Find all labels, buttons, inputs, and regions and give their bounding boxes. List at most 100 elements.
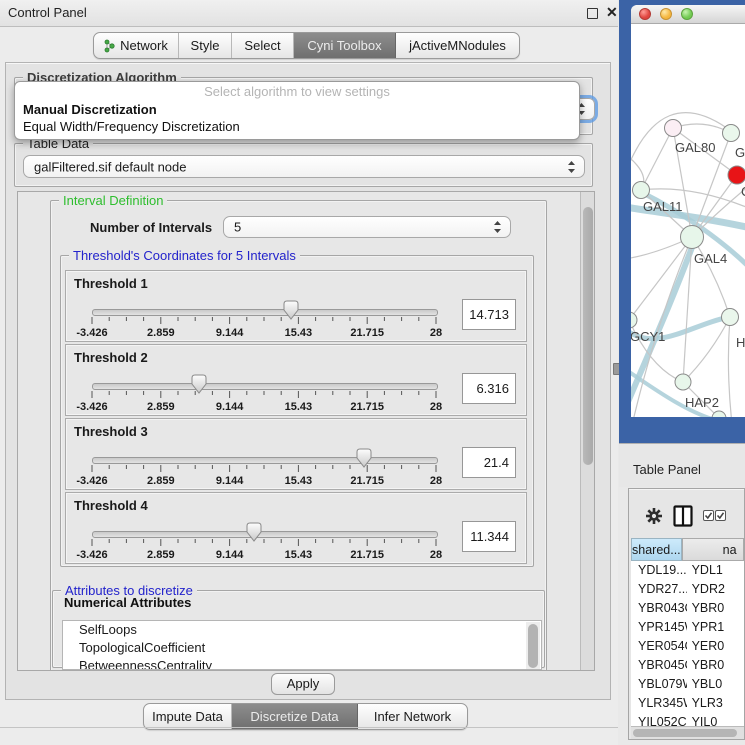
- network-window-titlebar[interactable]: [631, 5, 745, 24]
- tab-label: jActiveMNodules: [409, 38, 506, 53]
- popup-item-equal-width-frequency-discretization[interactable]: Equal Width/Frequency Discretization: [15, 118, 579, 135]
- tab-impute-data[interactable]: Impute Data: [144, 704, 232, 729]
- tab-jactivemnodules[interactable]: jActiveMNodules: [396, 33, 519, 58]
- table-row[interactable]: YER054CYER0: [631, 637, 744, 656]
- horizontal-scrollbar[interactable]: [631, 726, 744, 739]
- tab-infer-network[interactable]: Infer Network: [358, 704, 467, 729]
- network-node[interactable]: [633, 182, 650, 199]
- network-node[interactable]: [675, 374, 691, 390]
- slider-track[interactable]: [92, 383, 438, 390]
- tick-label: 28: [430, 549, 442, 561]
- network-node[interactable]: [631, 312, 637, 328]
- cell-shared-name[interactable]: YER054C: [631, 637, 687, 656]
- table-row[interactable]: YDL19...YDL1: [631, 561, 744, 580]
- attribute-list-item[interactable]: TopologicalCoefficient: [63, 639, 541, 657]
- close-traffic-light-icon[interactable]: [639, 8, 651, 20]
- tab-discretize-data[interactable]: Discretize Data: [232, 704, 358, 729]
- cell-shared-name[interactable]: YPR145W: [631, 618, 687, 637]
- threshold-value-field[interactable]: 6.316: [462, 373, 516, 404]
- cell-shared-name[interactable]: YBL079W: [631, 675, 687, 694]
- threshold-panel-1: Threshold 1-3.4262.8599.14415.4321.71528…: [65, 270, 527, 342]
- network-edge[interactable]: [683, 317, 730, 382]
- tab-network[interactable]: Network: [94, 33, 179, 58]
- tick-label: 15.43: [285, 475, 313, 487]
- network-edge[interactable]: [641, 128, 673, 190]
- network-node[interactable]: [722, 309, 739, 326]
- cell-shared-name[interactable]: YBR045C: [631, 656, 687, 675]
- cell-shared-name[interactable]: YLR345W: [631, 694, 687, 713]
- network-node-selected[interactable]: [728, 166, 745, 184]
- cell-shared-name[interactable]: YIL052C: [631, 713, 687, 726]
- threshold-value-field[interactable]: 21.4: [462, 447, 516, 478]
- network-view-window[interactable]: GAL80GAGAL11CGAL4GCY1HHAP2: [631, 5, 745, 417]
- split-columns-icon[interactable]: [673, 505, 693, 527]
- table-rows: YDL19...YDL1YDR27...YDR2YBR043CYBR0YPR14…: [631, 561, 744, 726]
- popup-item-manual-discretization[interactable]: Manual Discretization: [15, 101, 579, 118]
- cell-name[interactable]: YBR0: [687, 656, 744, 675]
- table-row[interactable]: YBR043CYBR0: [631, 599, 744, 618]
- tick-label: 28: [430, 475, 442, 487]
- cell-shared-name[interactable]: YBR043C: [631, 599, 687, 618]
- slider-thumb[interactable]: [191, 374, 207, 394]
- vertical-scrollbar-thumb[interactable]: [583, 207, 593, 465]
- cell-shared-name[interactable]: YDL19...: [631, 561, 687, 580]
- cell-name[interactable]: YBL0: [687, 675, 744, 694]
- zoom-traffic-light-icon[interactable]: [681, 8, 693, 20]
- attributes-scrollbar[interactable]: [526, 622, 540, 670]
- slider-thumb[interactable]: [246, 522, 262, 542]
- threshold-value-field[interactable]: 11.344: [462, 521, 516, 552]
- column-header-shared-name[interactable]: shared...: [631, 538, 682, 561]
- table-row[interactable]: YDR27...YDR2: [631, 580, 744, 599]
- slider-thumb[interactable]: [283, 300, 299, 320]
- table-row[interactable]: YPR145WYPR1: [631, 618, 744, 637]
- threshold-value-field[interactable]: 14.713: [462, 299, 516, 330]
- slider-track[interactable]: [92, 531, 438, 538]
- cell-name[interactable]: YPR1: [687, 618, 744, 637]
- attribute-list-item[interactable]: BetweennessCentrality: [63, 657, 541, 670]
- network-node[interactable]: [681, 226, 704, 249]
- table-data-combobox[interactable]: galFiltered.sif default node: [23, 155, 585, 178]
- tab-select[interactable]: Select: [232, 33, 294, 58]
- table-row[interactable]: YBR045CYBR0: [631, 656, 744, 675]
- tick-label: 2.859: [147, 475, 175, 487]
- apply-button[interactable]: Apply: [271, 673, 335, 695]
- network-edge[interactable]: [728, 317, 732, 417]
- tab-style[interactable]: Style: [179, 33, 232, 58]
- node-label-h: H: [736, 335, 745, 350]
- control-panel-titlebar: Control Panel ✕: [0, 0, 618, 27]
- cell-shared-name[interactable]: YDR27...: [631, 580, 687, 599]
- table-row[interactable]: YBL079WYBL0: [631, 675, 744, 694]
- vertical-scrollbar[interactable]: [580, 192, 595, 670]
- table-row[interactable]: YLR345WYLR3: [631, 694, 744, 713]
- slider-thumb[interactable]: [356, 448, 372, 468]
- horizontal-scrollbar-thumb[interactable]: [633, 729, 737, 737]
- table-row[interactable]: YIL052CYIL0: [631, 713, 744, 726]
- network-node[interactable]: [723, 125, 740, 142]
- slider-track[interactable]: [92, 309, 438, 316]
- slider-track[interactable]: [92, 457, 438, 464]
- network-edge[interactable]: [692, 237, 730, 317]
- network-canvas[interactable]: GAL80GAGAL11CGAL4GCY1HHAP2: [631, 24, 745, 417]
- column-header-name[interactable]: na: [682, 538, 744, 561]
- network-node[interactable]: [665, 120, 682, 137]
- attribute-list-item[interactable]: SelfLoops: [63, 621, 541, 639]
- close-icon[interactable]: ✕: [606, 4, 618, 21]
- cell-name[interactable]: YDR2: [687, 580, 744, 599]
- network-view-frame: GAL80GAGAL11CGAL4GCY1HHAP2: [619, 0, 745, 443]
- cell-name[interactable]: YIL0: [687, 713, 744, 726]
- gear-icon[interactable]: [645, 507, 663, 525]
- minimize-traffic-light-icon[interactable]: [660, 8, 672, 20]
- bottom-tab-bar: Impute DataDiscretize DataInfer Network: [143, 703, 468, 730]
- network-node[interactable]: [712, 411, 726, 417]
- threshold-label: Threshold 1: [74, 276, 148, 291]
- float-window-icon[interactable]: [587, 8, 598, 19]
- cell-name[interactable]: YDL1: [687, 561, 744, 580]
- cell-name[interactable]: YER0: [687, 637, 744, 656]
- tab-cyni-toolbox[interactable]: Cyni Toolbox: [294, 33, 396, 58]
- tick-label: 15.43: [285, 549, 313, 561]
- checkbox-icons[interactable]: [703, 510, 727, 522]
- numerical-attributes-list[interactable]: SelfLoopsTopologicalCoefficientBetweenne…: [62, 620, 542, 670]
- cell-name[interactable]: YLR3: [687, 694, 744, 713]
- number-of-intervals-combobox[interactable]: 5: [223, 216, 511, 238]
- cell-name[interactable]: YBR0: [687, 599, 744, 618]
